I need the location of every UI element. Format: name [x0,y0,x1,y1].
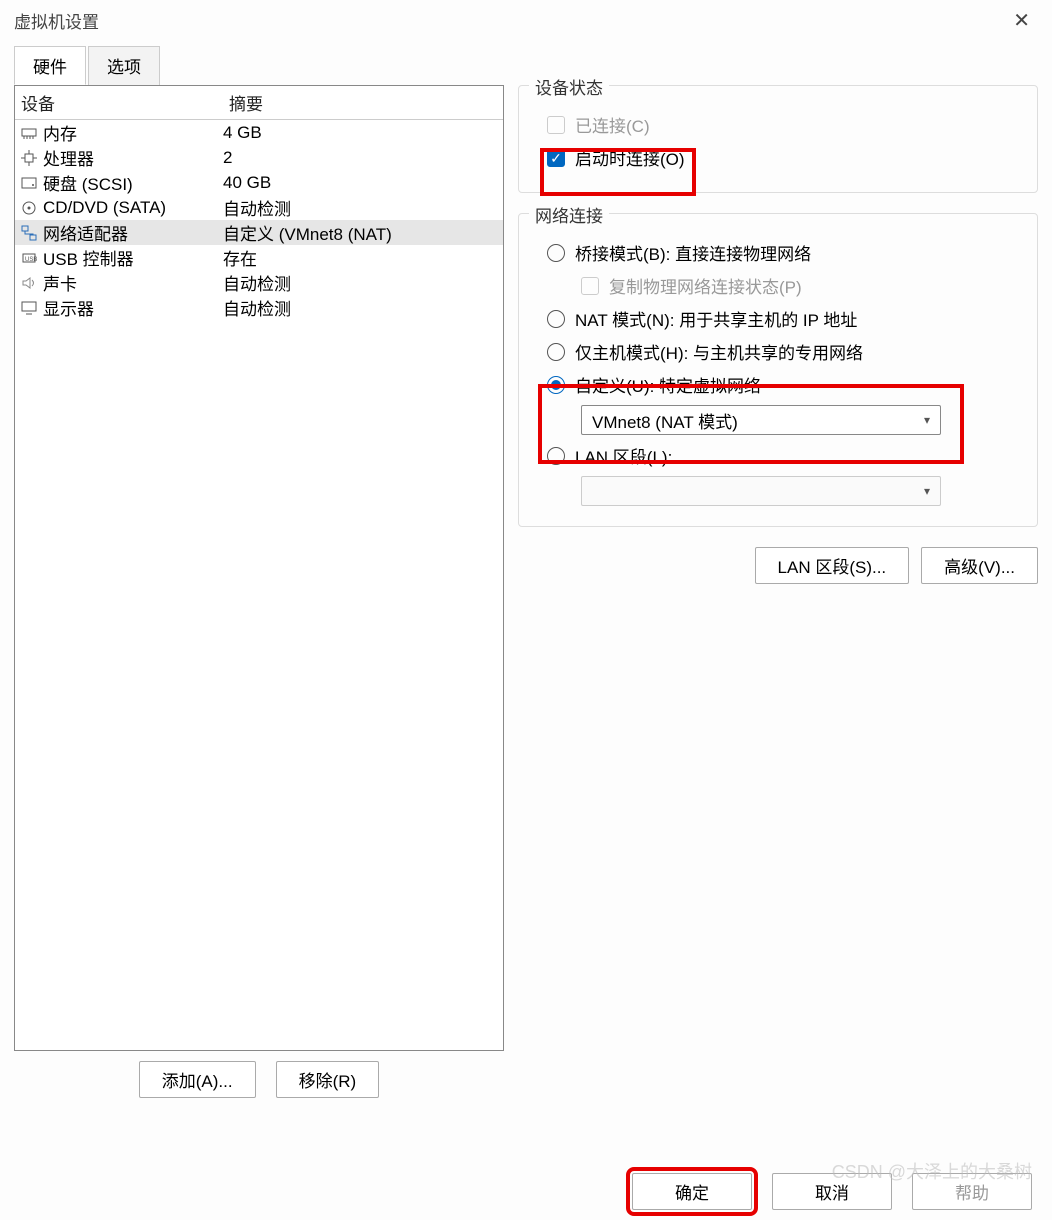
device-table: 设备 摘要 内存4 GB处理器2硬盘 (SCSI)40 GBCD/DVD (SA… [14,85,504,1051]
col-device: 设备 [15,86,223,119]
device-label: USB 控制器 [43,245,223,270]
replicate-label: 复制物理网络连接状态(P) [609,273,802,298]
device-row[interactable]: 内存4 GB [15,120,503,145]
connect-on-start-label: 启动时连接(O) [575,145,685,170]
sound-icon [19,273,39,293]
device-summary: 4 GB [223,123,262,143]
device-summary: 自动检测 [223,295,291,320]
window-title: 虚拟机设置 [14,8,99,33]
lan-label: LAN 区段(L): [575,443,672,468]
close-icon[interactable]: ✕ [1005,4,1038,37]
replicate-checkbox [581,277,599,295]
usb-icon: USB [19,248,39,268]
device-row[interactable]: CD/DVD (SATA)自动检测 [15,195,503,220]
device-label: 显示器 [43,295,223,320]
connected-label: 已连接(C) [575,112,650,137]
custom-combo-value: VMnet8 (NAT 模式) [592,408,738,433]
chevron-down-icon: ▾ [924,413,930,427]
disc-icon [19,198,39,218]
radio-lan[interactable] [547,447,565,465]
chevron-down-icon: ▾ [924,484,930,498]
device-row[interactable]: 处理器2 [15,145,503,170]
network-group: 网络连接 桥接模式(B): 直接连接物理网络 复制物理网络连接状态(P) NAT… [518,213,1038,527]
device-row[interactable]: 硬盘 (SCSI)40 GB [15,170,503,195]
device-label: 内存 [43,120,223,145]
device-label: 硬盘 (SCSI) [43,170,223,195]
device-summary: 自动检测 [223,270,291,295]
display-icon [19,298,39,318]
tab-hardware[interactable]: 硬件 [14,46,86,85]
device-label: 网络适配器 [43,220,223,245]
custom-label: 自定义(U): 特定虚拟网络 [575,372,761,397]
device-label: 声卡 [43,270,223,295]
help-button[interactable]: 帮助 [912,1173,1032,1210]
svg-text:USB: USB [25,257,37,263]
nat-label: NAT 模式(N): 用于共享主机的 IP 地址 [575,306,857,331]
advanced-button[interactable]: 高级(V)... [921,547,1038,584]
cpu-icon [19,148,39,168]
device-summary: 40 GB [223,173,271,193]
hdd-icon [19,173,39,193]
device-summary: 2 [223,148,232,168]
device-summary: 自定义 (VMnet8 (NAT) [223,220,392,245]
tab-options[interactable]: 选项 [88,46,160,85]
connected-checkbox [547,116,565,134]
network-icon [19,223,39,243]
device-summary: 存在 [223,245,257,270]
group-title-status: 设备状态 [529,74,609,99]
custom-combo[interactable]: VMnet8 (NAT 模式) ▾ [581,405,941,435]
device-label: 处理器 [43,145,223,170]
memory-icon [19,123,39,143]
lan-segments-button[interactable]: LAN 区段(S)... [755,547,910,584]
device-row[interactable]: USB USB 控制器存在 [15,245,503,270]
radio-bridged[interactable] [547,244,565,262]
radio-hostonly[interactable] [547,343,565,361]
device-row[interactable]: 显示器自动检测 [15,295,503,320]
radio-nat[interactable] [547,310,565,328]
radio-custom[interactable] [547,376,565,394]
connect-on-start-checkbox[interactable] [547,149,565,167]
hostonly-label: 仅主机模式(H): 与主机共享的专用网络 [575,339,863,364]
cancel-button[interactable]: 取消 [772,1173,892,1210]
ok-button[interactable]: 确定 [632,1173,752,1210]
device-status-group: 设备状态 已连接(C) 启动时连接(O) [518,85,1038,193]
device-label: CD/DVD (SATA) [43,198,223,218]
remove-button[interactable]: 移除(R) [276,1061,380,1098]
group-title-network: 网络连接 [529,202,609,227]
device-row[interactable]: 网络适配器自定义 (VMnet8 (NAT) [15,220,503,245]
device-row[interactable]: 声卡自动检测 [15,270,503,295]
device-summary: 自动检测 [223,195,291,220]
col-summary: 摘要 [223,86,503,119]
bridged-label: 桥接模式(B): 直接连接物理网络 [575,240,811,265]
lan-combo: ▾ [581,476,941,506]
add-button[interactable]: 添加(A)... [139,1061,256,1098]
